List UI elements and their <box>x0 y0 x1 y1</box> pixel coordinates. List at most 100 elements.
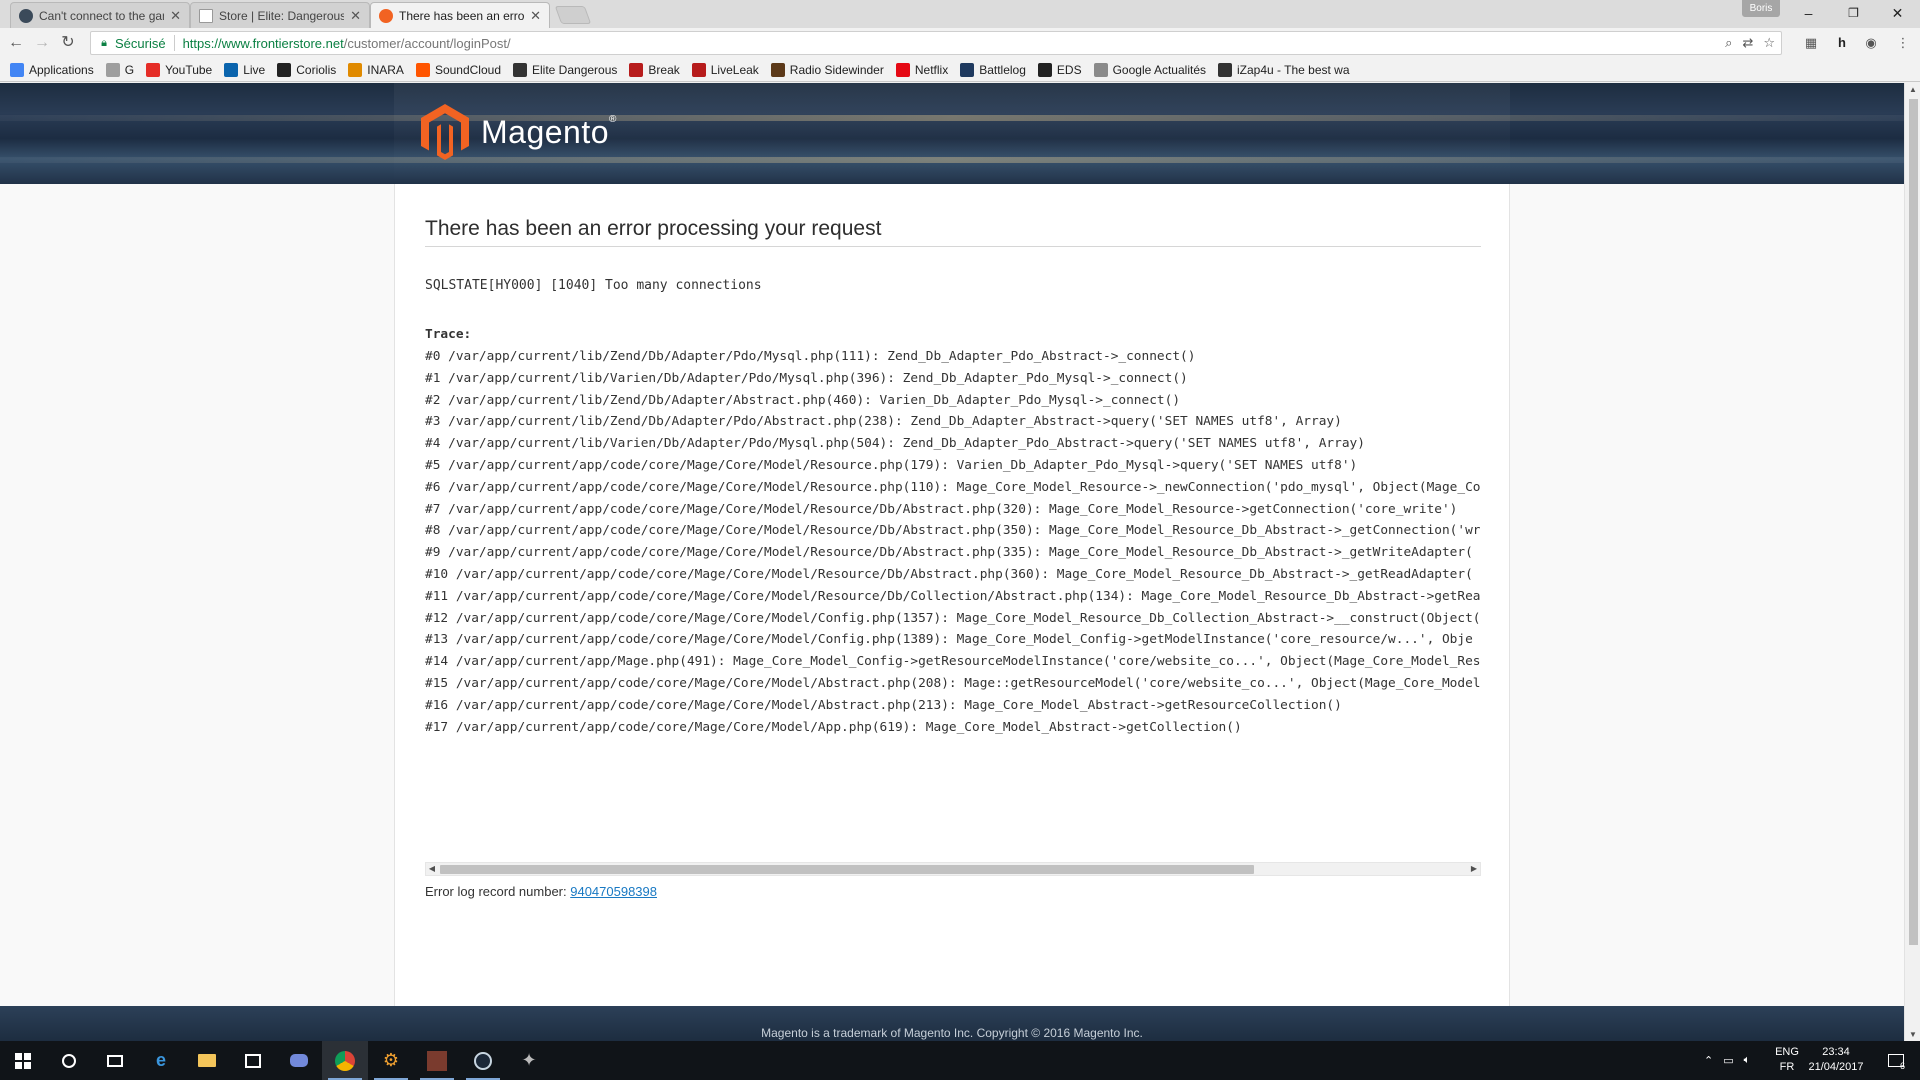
language-indicator[interactable]: ENG FR <box>1772 1045 1802 1075</box>
address-bar[interactable]: 🔒︎ Sécurisé https://www.frontierstore.ne… <box>90 31 1782 55</box>
browser-toolbar: ← → ↻ 🔒︎ Sécurisé https://www.frontierst… <box>0 28 1920 58</box>
discord-button[interactable] <box>276 1041 322 1080</box>
volume-icon[interactable]: 🔈︎ <box>1744 1054 1751 1067</box>
task-view-icon <box>107 1054 123 1067</box>
close-icon[interactable]: ✕ <box>350 8 361 24</box>
trace-line: #3 /var/app/current/lib/Zend/Db/Adapter/… <box>425 414 1342 430</box>
windows-logo-icon <box>15 1052 31 1069</box>
app-button[interactable]: ✦ <box>506 1041 552 1080</box>
secure-label: Sécurisé <box>115 35 166 51</box>
notification-count: 6 <box>1900 1061 1906 1071</box>
horizontal-scrollbar[interactable]: ◀ ▶ <box>425 862 1481 876</box>
tab-title: There has been an error <box>399 8 525 23</box>
adblock-icon[interactable]: ◉ <box>1862 34 1880 52</box>
chevron-up-icon[interactable]: ⌃ <box>1704 1054 1713 1067</box>
error-log-label: Error log record number: <box>425 884 571 899</box>
trace-line: #5 /var/app/current/app/code/core/Mage/C… <box>425 457 1358 473</box>
network-icon[interactable]: ▭ <box>1723 1054 1733 1067</box>
search-circle-icon <box>62 1053 76 1068</box>
bookmark-item[interactable]: EDS <box>1037 62 1082 77</box>
bookmark-item[interactable]: Battlelog <box>960 62 1026 77</box>
scrollbar-thumb[interactable] <box>440 865 1254 874</box>
bookmark-item[interactable]: INARA <box>348 62 404 77</box>
scroll-left-icon[interactable]: ◀ <box>426 863 438 875</box>
star-icon[interactable]: ☆ <box>1763 35 1775 51</box>
magento-favicon-icon <box>379 8 393 23</box>
trace-line: #11 /var/app/current/app/code/core/Mage/… <box>425 588 1481 604</box>
lang-top: ENG <box>1775 1046 1799 1058</box>
elite-launcher-button[interactable]: ⚙ <box>368 1041 414 1080</box>
battlelog-icon <box>960 62 975 77</box>
scroll-down-icon[interactable]: ▼ <box>1907 1030 1919 1039</box>
system-tray: ⌃ ▭ 🔈︎ <box>1704 1041 1750 1080</box>
restore-icon[interactable]: ❐ <box>1831 0 1876 26</box>
chrome-button[interactable] <box>322 1041 368 1080</box>
tab-1[interactable]: Can't connect to the gam ✕ <box>10 2 190 28</box>
profile-button[interactable]: Boris <box>1742 0 1780 17</box>
tab-2[interactable]: Store | Elite: Dangerous I ✕ <box>190 2 370 28</box>
new-tab-button[interactable] <box>554 6 592 24</box>
footer-text: Magento is a trademark of Magento Inc. C… <box>761 1026 1143 1040</box>
bookmark-item[interactable]: G <box>105 62 134 77</box>
izap-icon <box>1218 62 1232 77</box>
clock[interactable]: 23:34 21/04/2017 <box>1806 1045 1866 1075</box>
news-icon <box>1093 62 1108 77</box>
bookmark-item[interactable]: Live <box>224 62 266 77</box>
bookmark-item[interactable]: YouTube <box>146 62 213 77</box>
bookmark-item[interactable]: Elite Dangerous <box>513 62 617 77</box>
menu-icon[interactable]: ⋮ <box>1894 34 1912 52</box>
magento-logo[interactable]: Magento® <box>421 104 617 160</box>
page-icon <box>199 8 213 23</box>
start-button[interactable] <box>0 1041 46 1080</box>
bookmark-label: YouTube <box>165 62 213 77</box>
scroll-right-icon[interactable]: ▶ <box>1468 863 1480 875</box>
app-icon: ✦ <box>521 1050 537 1070</box>
reload-icon[interactable]: ↻ <box>58 33 78 53</box>
minimize-icon[interactable]: – <box>1786 0 1831 26</box>
task-view-button[interactable] <box>92 1041 138 1080</box>
windows-taskbar: e ⚙ ✦ ⌃ ▭ 🔈︎ ENG FR 23:34 21/04/2017 6 <box>0 1041 1920 1080</box>
bookmark-item[interactable]: SoundCloud <box>415 62 501 77</box>
magento-logo-icon <box>421 104 469 160</box>
close-icon[interactable]: ✕ <box>530 8 541 24</box>
vertical-scrollbar[interactable]: ▲ ▼ <box>1904 83 1920 1041</box>
steam-button[interactable] <box>460 1041 506 1080</box>
bookmark-label: Live <box>243 62 266 77</box>
bookmark-item[interactable]: Radio Sidewinder <box>770 62 884 77</box>
stack-trace[interactable]: Trace: #0 /var/app/current/lib/Zend/Db/A… <box>425 324 1481 736</box>
tab-3[interactable]: There has been an error ✕ <box>370 2 550 28</box>
store-button[interactable] <box>230 1041 276 1080</box>
liveleak-icon <box>691 62 706 77</box>
notifications-button[interactable]: 6 <box>1876 1041 1916 1080</box>
bookmark-item[interactable]: LiveLeak <box>691 62 759 77</box>
edge-icon: e <box>155 1050 166 1070</box>
translate-icon[interactable]: ⇄ <box>1742 35 1753 51</box>
lock-icon: 🔒︎ <box>101 36 107 49</box>
close-window-icon[interactable]: ✕ <box>1875 0 1920 26</box>
bookmark-item[interactable]: Google Actualités <box>1093 62 1206 77</box>
forward-arrow-icon[interactable]: → <box>32 33 52 53</box>
bookmark-item[interactable]: Netflix <box>895 62 948 77</box>
explorer-button[interactable] <box>184 1041 230 1080</box>
close-icon[interactable]: ✕ <box>170 8 181 24</box>
coriolis-icon <box>277 62 292 77</box>
bookmark-item[interactable]: Coriolis <box>277 62 337 77</box>
trace-line: #13 /var/app/current/app/code/core/Mage/… <box>425 632 1473 648</box>
soundcloud-icon <box>415 62 430 77</box>
edge-button[interactable]: e <box>138 1041 184 1080</box>
bookmark-item[interactable]: Break <box>629 62 680 77</box>
scrollbar-thumb[interactable] <box>1909 99 1918 945</box>
cortana-button[interactable] <box>46 1041 92 1080</box>
extension-icon[interactable]: ▦ <box>1802 34 1820 52</box>
scroll-up-icon[interactable]: ▲ <box>1907 85 1919 94</box>
game-button[interactable] <box>414 1041 460 1080</box>
error-log-link[interactable]: 940470598398 <box>570 884 657 899</box>
clock-date: 21/04/2017 <box>1808 1061 1864 1073</box>
extension-h-icon[interactable]: h <box>1833 34 1851 52</box>
back-arrow-icon[interactable]: ← <box>6 33 26 53</box>
bookmark-item[interactable]: Applications <box>10 62 94 77</box>
bookmark-item[interactable]: iZap4u - The best wa <box>1218 62 1350 77</box>
zoom-icon[interactable]: ⌕ <box>1725 35 1732 51</box>
elite-icon <box>513 62 527 77</box>
bookmark-label: Coriolis <box>296 62 337 77</box>
